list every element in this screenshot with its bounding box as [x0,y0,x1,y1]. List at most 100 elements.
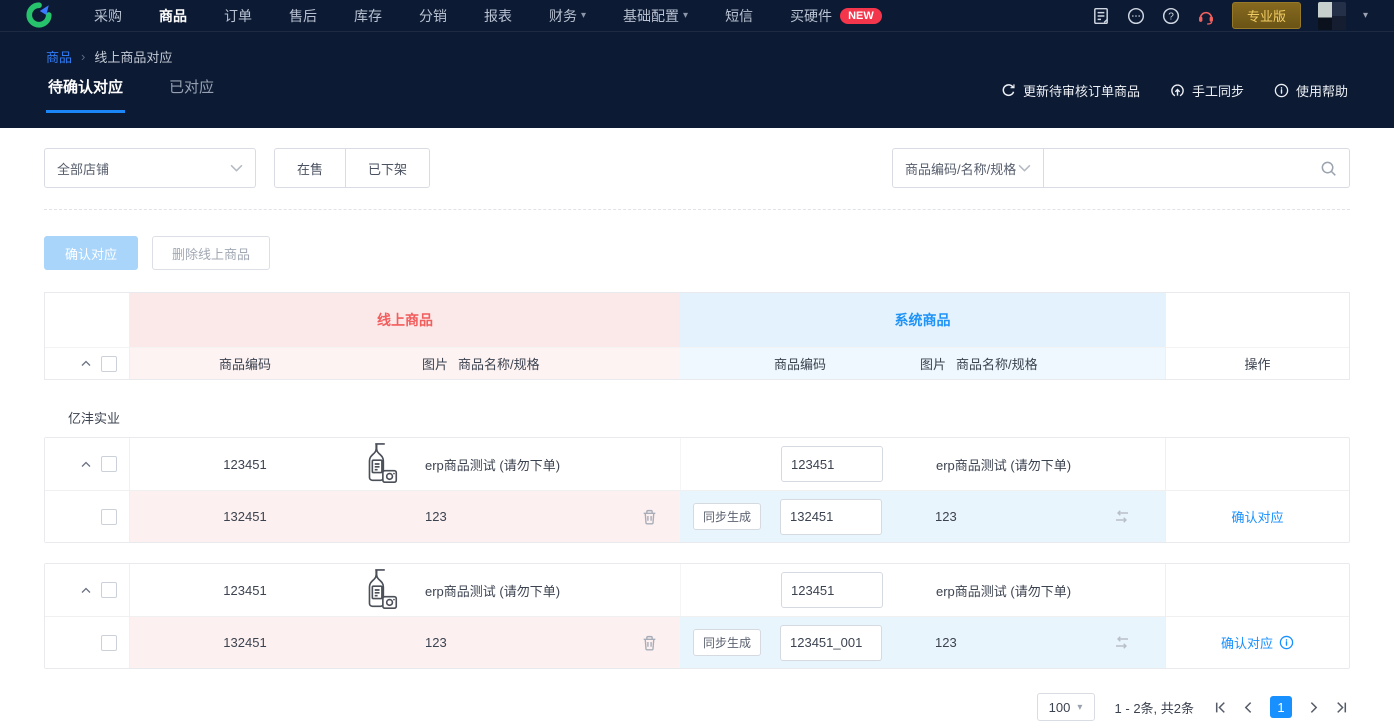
online-product-name: erp商品测试 (请勿下单) [425,583,561,599]
main-content: 全部店铺 在售 已下架 商品编码/名称/规格 确认对应 删除线上商品 线上商品 … [0,148,1394,721]
online-image-header: 图片 [422,357,449,372]
nav-item-aftersales[interactable]: 售后 [289,6,317,26]
dashed-divider [44,209,1350,210]
sale-status-button-group: 在售 已下架 [274,148,431,188]
upload-sync-icon [1171,84,1184,97]
manual-sync-button[interactable]: 手工同步 [1170,81,1244,100]
tab-pending-match[interactable]: 待确认对应 [46,76,126,113]
header-select-cell [45,348,130,379]
collapse-row-icon[interactable] [81,587,91,594]
prev-page-icon[interactable] [1242,701,1255,714]
system-product-name: erp商品测试 (请勿下单) [936,583,1072,599]
sync-generate-button[interactable]: 同步生成 [693,629,762,656]
row-checkbox[interactable] [101,582,117,598]
caret-down-icon: ▾ [581,10,587,21]
system-sku-code-input[interactable] [780,624,882,661]
chat-icon[interactable] [1127,7,1145,25]
sync-generate-button[interactable]: 同步生成 [693,503,762,530]
pagination: 100 ▾ 1 - 2条, 共2条 1 [44,693,1350,721]
user-menu-caret-icon[interactable]: ▾ [1363,10,1368,21]
shop-group-label: 亿沣实业 [68,411,121,426]
confirm-match-link[interactable]: 确认对应 [1221,633,1273,652]
system-code-input[interactable] [781,446,883,482]
collapse-row-icon[interactable] [81,461,91,468]
system-product-name: erp商品测试 (请勿下单) [936,457,1072,473]
user-avatar[interactable] [1317,1,1346,30]
delete-trash-icon[interactable] [641,508,658,526]
breadcrumb-section[interactable]: 商品 [46,47,72,66]
search-field-select[interactable]: 商品编码/名称/规格 [892,148,1044,188]
product-image-placeholder-icon [368,443,398,483]
info-icon[interactable] [1279,635,1294,650]
nav-item-finance[interactable]: 财务 ▾ [549,6,586,26]
on-sale-button[interactable]: 在售 [274,148,347,188]
confirm-match-button[interactable]: 确认对应 [44,236,139,270]
nav-item-purchase[interactable]: 采购 [94,6,122,26]
header-actions: 更新待审核订单商品 手工同步 使用帮助 [1001,81,1348,113]
current-page-button[interactable]: 1 [1270,696,1292,718]
main-menu: 采购 商品 订单 售后 库存 分销 报表 财务 ▾ 基础配置 ▾ 短信 买硬件 NEW [94,6,882,26]
row-checkbox[interactable] [101,456,117,472]
top-navbar: 采购 商品 订单 售后 库存 分销 报表 财务 ▾ 基础配置 ▾ 短信 买硬件 NEW… [0,0,1394,32]
parent-product-row: 123451 erp商品测试 (请勿下单) erp商品测试 (请勿下单) [45,564,1349,616]
nav-item-settings[interactable]: 基础配置 ▾ [623,6,688,26]
header-empty-operation [1165,293,1349,347]
breadcrumb: 商品 › 线上商品对应 [0,32,1394,66]
delete-online-product-button[interactable]: 删除线上商品 [152,236,271,270]
online-sku-code: 132451 [223,635,267,650]
svg-text:?: ? [1168,11,1174,22]
app-logo-icon [26,1,52,28]
system-sku-code-input[interactable] [780,498,882,535]
document-icon[interactable] [1092,7,1110,25]
refresh-pending-orders-button[interactable]: 更新待审核订单商品 [1001,81,1140,100]
nav-item-inventory[interactable]: 库存 [354,6,382,26]
shop-filter-select[interactable]: 全部店铺 [44,148,256,188]
nav-item-buy-hardware[interactable]: 买硬件 NEW [790,6,882,26]
search-icon[interactable] [1320,160,1337,177]
select-all-checkbox[interactable] [101,355,117,372]
first-page-icon[interactable] [1214,701,1227,714]
online-product-group-header: 线上商品 [130,293,680,347]
delete-trash-icon[interactable] [641,634,658,652]
tab-matched[interactable]: 已对应 [167,76,216,113]
sku-row: 132451 123 同步生成 123 确认对应 [45,616,1349,668]
system-name-header: 商品名称/规格 [956,357,1038,372]
nav-item-products[interactable]: 商品 [159,6,187,26]
nav-item-sms[interactable]: 短信 [725,6,753,26]
system-product-group-header: 系统商品 [680,293,1165,347]
system-code-input[interactable] [781,572,883,608]
next-page-icon[interactable] [1307,701,1320,714]
table-header-groups: 线上商品 系统商品 [45,293,1349,347]
operation-header: 操作 [1165,348,1349,379]
page-size-select[interactable]: 100 ▾ [1036,693,1095,721]
swap-match-icon[interactable] [1112,635,1132,650]
online-code-header: 商品编码 [218,357,271,372]
search-box [1044,148,1350,188]
product-image-placeholder-icon [368,569,398,609]
header-empty-cell [45,293,130,347]
usage-help-button[interactable]: 使用帮助 [1274,81,1348,100]
navbar-right-cluster: ? 专业版 ▾ [1092,1,1368,30]
headset-support-icon[interactable] [1197,7,1215,25]
caret-down-icon: ▾ [1077,701,1083,713]
last-page-icon[interactable] [1335,701,1348,714]
nav-item-orders[interactable]: 订单 [224,6,252,26]
table-header: 线上商品 系统商品 商品编码 图片 商品名称/规格 商品编码 图片 商品名称/规… [44,292,1350,380]
pager-controls: 1 [1214,696,1348,718]
search-input[interactable] [1044,149,1320,187]
off-shelf-button[interactable]: 已下架 [345,148,431,188]
breadcrumb-separator: › [81,49,86,64]
swap-match-icon[interactable] [1112,509,1132,524]
confirm-match-link[interactable]: 确认对应 [1231,507,1283,526]
pro-version-button[interactable]: 专业版 [1231,2,1301,29]
row-checkbox[interactable] [101,634,117,651]
product-match-card: 123451 erp商品测试 (请勿下单) erp商品测试 (请勿下单) [44,563,1350,669]
app-header: 采购 商品 订单 售后 库存 分销 报表 财务 ▾ 基础配置 ▾ 短信 买硬件 NEW… [0,0,1394,128]
online-product-code: 123451 [223,456,267,472]
nav-item-distribution[interactable]: 分销 [419,6,447,26]
tab-bar: 待确认对应 已对应 更新待审核订单商品 手工同步 使用帮助 [0,66,1394,113]
collapse-all-icon[interactable] [81,360,91,367]
help-question-icon[interactable]: ? [1162,7,1180,25]
nav-item-reports[interactable]: 报表 [484,6,512,26]
row-checkbox[interactable] [101,508,117,525]
